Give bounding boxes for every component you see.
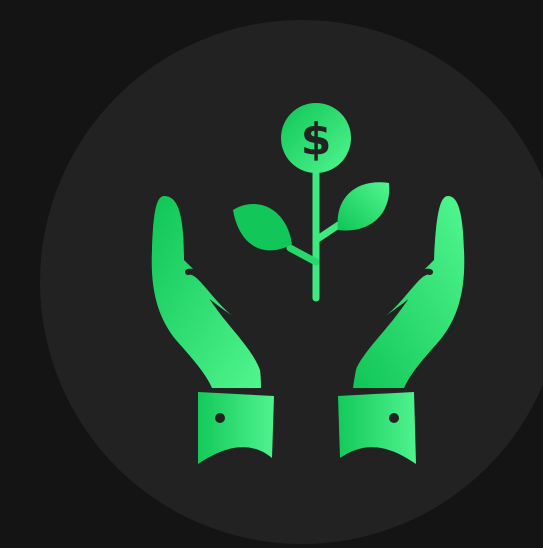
background-circle <box>40 20 543 544</box>
dollar-symbol: $ <box>301 114 332 165</box>
icon-canvas: $ <box>0 0 543 548</box>
investment-growth-icon: $ <box>40 20 543 544</box>
dollar-coin-icon: $ <box>281 103 351 173</box>
